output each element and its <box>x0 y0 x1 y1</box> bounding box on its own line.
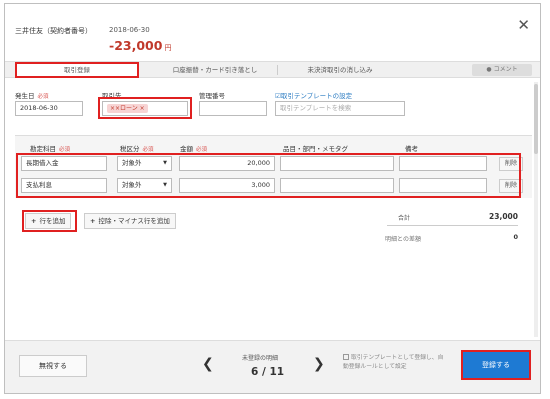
unregistered-label: 未登録の明細 <box>242 355 279 362</box>
highlight-add-row <box>22 210 77 232</box>
diff-value: 0 <box>513 233 518 241</box>
comment-button[interactable]: ● コメント <box>472 64 532 76</box>
template-settings-link[interactable]: ☑取引テンプレートの設定 <box>275 90 352 100</box>
header-date: 2018-06-30 <box>109 26 150 34</box>
modal-footer: 無視する ❮ 未登録の明細 6 / 11 ❯ 取引テンプレートとして登録し、自動… <box>5 340 540 393</box>
total-value: 23,000 <box>489 212 518 221</box>
header-amount: -23,000 円 <box>109 38 171 53</box>
tab-transfer[interactable]: 口座振替・カード引き落とし <box>155 62 275 78</box>
add-adjust-row-button[interactable]: + 控除・マイナス行を追加 <box>84 213 176 229</box>
transaction-modal: 三井住友（契約者番号） 2018-06-30 -23,000 円 ✕ 取引登録 口… <box>4 3 541 394</box>
mgmt-number-label: 管理番号 <box>199 92 225 100</box>
col-amount: 金額 必須 <box>180 145 208 153</box>
checkbox-icon[interactable] <box>343 354 349 360</box>
summary-divider <box>387 225 518 226</box>
col-account: 勘定科目 必須 <box>30 145 71 153</box>
tab-divider <box>277 65 278 75</box>
col-item: 品目・部門・メモタグ <box>283 145 348 153</box>
scrollbar-thumb[interactable] <box>534 84 538 154</box>
amount-value: -23,000 <box>109 38 163 53</box>
diff-label: 明細との差額 <box>385 236 421 243</box>
comment-label: コメント <box>493 66 518 73</box>
chevron-right-icon[interactable]: ❯ <box>313 356 325 372</box>
pager: 6 / 11 <box>251 366 285 378</box>
col-tax: 税区分 必須 <box>120 145 154 153</box>
comment-icon: ● <box>486 66 492 73</box>
close-icon[interactable]: ✕ <box>517 18 530 33</box>
template-checkbox-label: 取引テンプレートとして登録し、自動登録ルールとして設定 <box>343 355 444 370</box>
template-checkbox[interactable]: 取引テンプレートとして登録し、自動登録ルールとして設定 <box>343 354 448 372</box>
bank-name: 三井住友（契約者番号） <box>15 27 92 35</box>
highlight-partner <box>98 97 192 119</box>
col-note: 備考 <box>405 145 418 153</box>
highlight-rows <box>16 153 521 198</box>
tab-unsettled[interactable]: 未決済取引の消し込み <box>280 62 400 78</box>
tab-register[interactable]: 取引登録 <box>15 62 139 78</box>
date-label: 発生日 必須 <box>15 92 49 100</box>
ignore-button[interactable]: 無視する <box>19 355 87 377</box>
chevron-left-icon[interactable]: ❮ <box>202 356 214 372</box>
mgmt-number-input[interactable] <box>199 101 267 116</box>
amount-unit: 円 <box>164 44 172 52</box>
total-label: 合計 <box>398 215 411 222</box>
tab-bar: 取引登録 口座振替・カード引き落とし 未決済取引の消し込み ● コメント <box>5 61 540 78</box>
plus-icon: + <box>90 217 96 225</box>
template-search-input[interactable]: 取引テンプレートを検索 <box>275 101 405 116</box>
register-button[interactable]: 登録する <box>461 350 531 380</box>
date-input[interactable]: 2018-06-30 <box>15 101 83 116</box>
modal-header: 三井住友（契約者番号） 2018-06-30 -23,000 円 ✕ <box>5 4 540 56</box>
